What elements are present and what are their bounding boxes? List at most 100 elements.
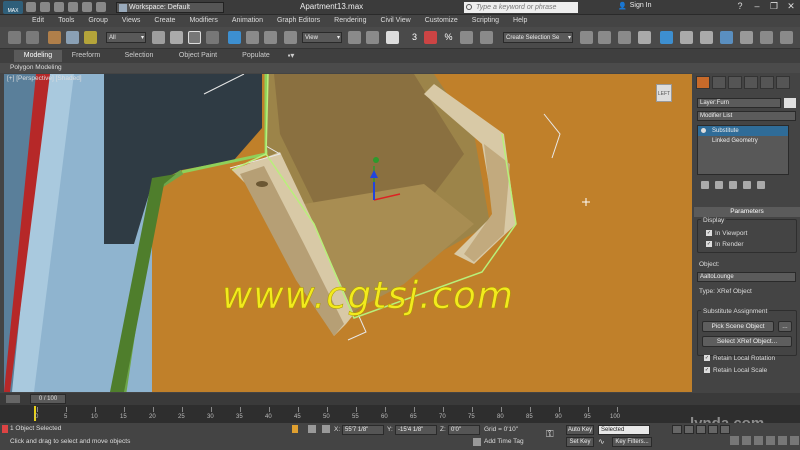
- previous-frame-icon[interactable]: [684, 425, 694, 434]
- help-icon[interactable]: ?: [733, 1, 747, 13]
- object-color-swatch[interactable]: [784, 98, 796, 108]
- key-set-dropdown[interactable]: Selected: [598, 425, 650, 435]
- retain-local-rotation-checkbox[interactable]: Retain Local Rotation: [704, 355, 775, 362]
- rendered-frame-window-icon[interactable]: [760, 31, 773, 44]
- menu-rendering[interactable]: Rendering: [334, 15, 366, 27]
- minimize-icon[interactable]: –: [750, 1, 764, 13]
- retain-local-scale-checkbox[interactable]: Retain Local Scale: [704, 367, 767, 374]
- modifier-list-dropdown[interactable]: Modifier List: [697, 111, 796, 121]
- selection-lock-icon[interactable]: [308, 425, 316, 433]
- zoom-all-icon[interactable]: [742, 436, 751, 445]
- menu-help[interactable]: Help: [513, 15, 527, 27]
- toggle-ribbon-icon[interactable]: [660, 31, 673, 44]
- pick-options-button[interactable]: ...: [778, 321, 792, 332]
- percent-snap-icon[interactable]: %: [442, 31, 455, 44]
- isolate-selection-icon[interactable]: [292, 425, 298, 433]
- align-icon[interactable]: [598, 31, 611, 44]
- undo-icon[interactable]: [8, 31, 21, 44]
- in-render-checkbox[interactable]: In Render: [706, 241, 744, 248]
- mirror-icon[interactable]: [580, 31, 593, 44]
- scene-explorer-icon[interactable]: [638, 31, 651, 44]
- render-setup-icon[interactable]: [740, 31, 753, 44]
- tab-freeform[interactable]: Freeform: [64, 50, 108, 62]
- undo-icon[interactable]: [68, 2, 78, 12]
- add-time-tag-button[interactable]: Add Time Tag: [484, 438, 524, 445]
- snaps-toggle-icon[interactable]: 3: [408, 31, 421, 44]
- x-coordinate-field[interactable]: 55'7 1/8": [342, 425, 384, 435]
- render-production-icon[interactable]: [780, 31, 793, 44]
- in-viewport-checkbox[interactable]: In Viewport: [706, 230, 747, 237]
- menu-modifiers[interactable]: Modifiers: [189, 15, 217, 27]
- keyboard-shortcut-override-icon[interactable]: [386, 31, 399, 44]
- go-to-start-icon[interactable]: [672, 425, 682, 434]
- maximize-viewport-icon[interactable]: [790, 436, 799, 445]
- menu-customize[interactable]: Customize: [425, 15, 458, 27]
- stack-item-linked-geometry[interactable]: Linked Geometry: [698, 136, 788, 146]
- viewcube[interactable]: LEFT: [656, 84, 672, 102]
- select-and-move-icon[interactable]: [228, 31, 241, 44]
- parameters-rollout-header[interactable]: Parameters: [694, 207, 800, 217]
- bind-space-warp-icon[interactable]: [84, 31, 97, 44]
- perspective-viewport[interactable]: [+] [Perspective] [Shaded] LEFT www.cgts…: [4, 74, 692, 392]
- time-slider[interactable]: 0 / 100: [30, 394, 66, 404]
- rectangular-selection-icon[interactable]: [188, 31, 201, 44]
- play-icon[interactable]: [696, 425, 706, 434]
- redo-icon[interactable]: [82, 2, 92, 12]
- menu-edit[interactable]: Edit: [32, 15, 44, 27]
- zoom-icon[interactable]: [730, 436, 739, 445]
- menu-animation[interactable]: Animation: [232, 15, 263, 27]
- set-key-mode-icon[interactable]: ⚿: [546, 430, 562, 440]
- timeline-toggle-icon[interactable]: [6, 395, 20, 403]
- select-by-name-icon[interactable]: [170, 31, 183, 44]
- unlink-icon[interactable]: [66, 31, 79, 44]
- remove-modifier-icon[interactable]: [743, 181, 751, 189]
- pivot-center-icon[interactable]: [348, 31, 361, 44]
- key-filters-button[interactable]: Key Filters...: [612, 437, 652, 447]
- named-selection-set-dropdown[interactable]: Create Selection Se: [503, 32, 573, 43]
- open-file-icon[interactable]: [40, 2, 50, 12]
- viewport-label[interactable]: [+] [Perspective] [Shaded]: [7, 75, 82, 82]
- reference-coordinate-dropdown[interactable]: View: [302, 32, 342, 43]
- menu-civil-view[interactable]: Civil View: [380, 15, 410, 27]
- orbit-icon[interactable]: [778, 436, 787, 445]
- menu-graph-editors[interactable]: Graph Editors: [277, 15, 320, 27]
- material-editor-icon[interactable]: [720, 31, 733, 44]
- move-transform-icon[interactable]: [366, 31, 379, 44]
- go-to-end-icon[interactable]: [720, 425, 730, 434]
- menu-create[interactable]: Create: [154, 15, 175, 27]
- configure-sets-icon[interactable]: [757, 181, 765, 189]
- z-coordinate-field[interactable]: 0'0": [448, 425, 480, 435]
- menu-group[interactable]: Group: [88, 15, 107, 27]
- spinner-snap-icon[interactable]: [460, 31, 473, 44]
- tab-object-paint[interactable]: Object Paint: [170, 50, 226, 62]
- pin-stack-icon[interactable]: [701, 181, 709, 189]
- layer-field[interactable]: Layer:Furn: [697, 98, 781, 108]
- motion-panel-icon[interactable]: [744, 76, 758, 89]
- hierarchy-panel-icon[interactable]: [728, 76, 742, 89]
- maximize-icon[interactable]: ❐: [767, 1, 781, 13]
- modifier-on-icon[interactable]: [701, 128, 706, 133]
- redo-icon[interactable]: [26, 31, 39, 44]
- polygon-modeling-label[interactable]: Polygon Modeling: [10, 63, 62, 73]
- display-panel-icon[interactable]: [760, 76, 774, 89]
- modify-panel-icon[interactable]: [712, 76, 726, 89]
- utilities-panel-icon[interactable]: [776, 76, 790, 89]
- select-and-place-icon[interactable]: [284, 31, 297, 44]
- layer-manager-icon[interactable]: [618, 31, 631, 44]
- window-crossing-icon[interactable]: [206, 31, 219, 44]
- track-bar[interactable]: 0 5 10 15 20 25 30 35 40 45 50 55 60 65 …: [0, 405, 800, 423]
- link-icon[interactable]: [48, 31, 61, 44]
- schematic-view-icon[interactable]: [700, 31, 713, 44]
- app-logo[interactable]: MAX: [3, 1, 23, 14]
- object-name-field[interactable]: AaltoLounge: [697, 272, 796, 282]
- set-key-button[interactable]: Set Key: [566, 437, 594, 447]
- auto-key-button[interactable]: Auto Key: [566, 425, 594, 435]
- y-coordinate-field[interactable]: -15'4 1/8": [395, 425, 437, 435]
- search-input[interactable]: Type a keyword or phrase: [464, 2, 578, 13]
- select-xref-object-button[interactable]: Select XRef Object...: [702, 336, 792, 347]
- close-icon[interactable]: ✕: [784, 1, 798, 13]
- ribbon-options-icon[interactable]: ▪▾: [284, 50, 298, 62]
- curve-editor-icon[interactable]: [680, 31, 693, 44]
- sign-in-button[interactable]: 👤 Sign In: [618, 2, 652, 10]
- maxscript-listener-icon[interactable]: [2, 425, 8, 433]
